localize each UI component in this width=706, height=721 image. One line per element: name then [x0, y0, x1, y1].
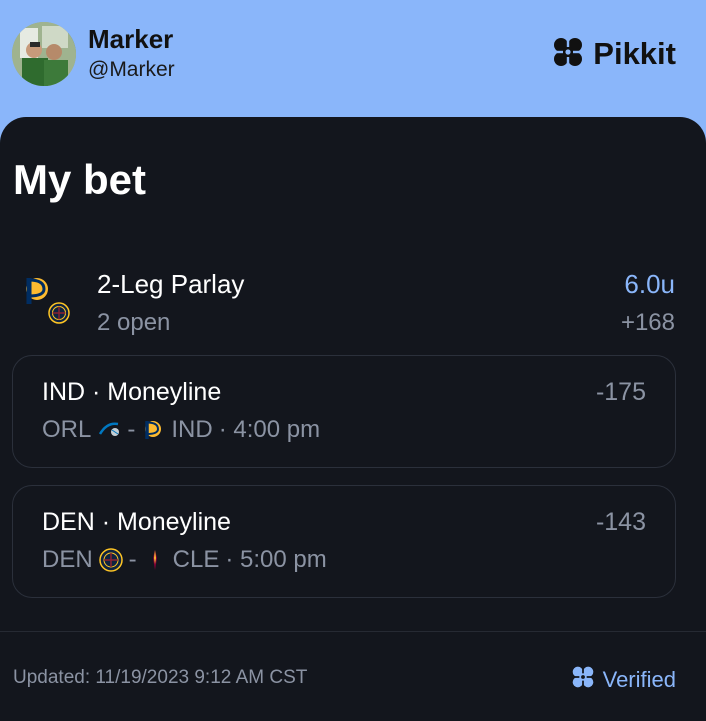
indiana-pacers-logo-icon — [141, 418, 165, 442]
verified-label: Verified — [602, 666, 676, 692]
brand-name: Pikkit — [593, 36, 676, 71]
denver-nuggets-logo-icon — [98, 548, 123, 572]
clover-icon — [549, 33, 587, 76]
cleveland-cavaliers-logo-icon — [143, 548, 167, 572]
user-name[interactable]: Marker — [88, 24, 173, 55]
away-team: ORL — [42, 416, 92, 443]
avatar[interactable] — [12, 22, 76, 86]
parlay-leg[interactable]: IND · Moneyline -175 ORL - IND · 4:00 pm — [12, 355, 676, 468]
verified-badge[interactable]: Verified — [569, 663, 676, 696]
clover-icon — [569, 663, 597, 696]
away-team: DEN — [42, 546, 93, 573]
user-handle[interactable]: @Marker — [88, 58, 175, 82]
bet-card: My bet 2-Leg Parlay 2 open 6.0u +168 IND… — [0, 117, 706, 721]
leg-odds: -175 — [595, 378, 646, 406]
matchup-separator: - — [128, 546, 137, 573]
page-title: My bet — [13, 156, 147, 203]
parlay-title[interactable]: 2-Leg Parlay — [97, 269, 244, 300]
parlay-status: 2 open — [97, 309, 171, 336]
parlay-odds: +168 — [620, 309, 675, 336]
orlando-magic-logo-icon — [97, 418, 121, 442]
bet-units: 6.0u — [624, 269, 675, 299]
leg-title: IND · Moneyline — [42, 378, 222, 406]
leg-matchup: ORL - IND · 4:00 pm — [42, 416, 320, 444]
leg-title: DEN · Moneyline — [42, 508, 231, 536]
profile-header: Marker @Marker Pikkit — [0, 0, 706, 118]
home-team: CLE — [172, 546, 220, 573]
denver-nuggets-logo-icon — [48, 302, 70, 329]
leg-odds: -143 — [595, 508, 646, 536]
parlay-team-logos — [20, 274, 76, 330]
updated-timestamp: Updated: 11/19/2023 9:12 AM CST — [13, 667, 308, 688]
parlay-leg[interactable]: DEN · Moneyline -143 DEN - CLE · 5:00 pm — [12, 485, 676, 598]
brand-logo[interactable]: Pikkit — [549, 34, 676, 74]
home-team: IND — [171, 416, 213, 443]
game-time: · 4:00 pm — [218, 416, 321, 443]
leg-matchup: DEN - CLE · 5:00 pm — [42, 546, 327, 574]
matchup-separator: - — [127, 416, 136, 443]
footer-divider — [0, 631, 706, 632]
game-time: · 5:00 pm — [225, 546, 327, 573]
